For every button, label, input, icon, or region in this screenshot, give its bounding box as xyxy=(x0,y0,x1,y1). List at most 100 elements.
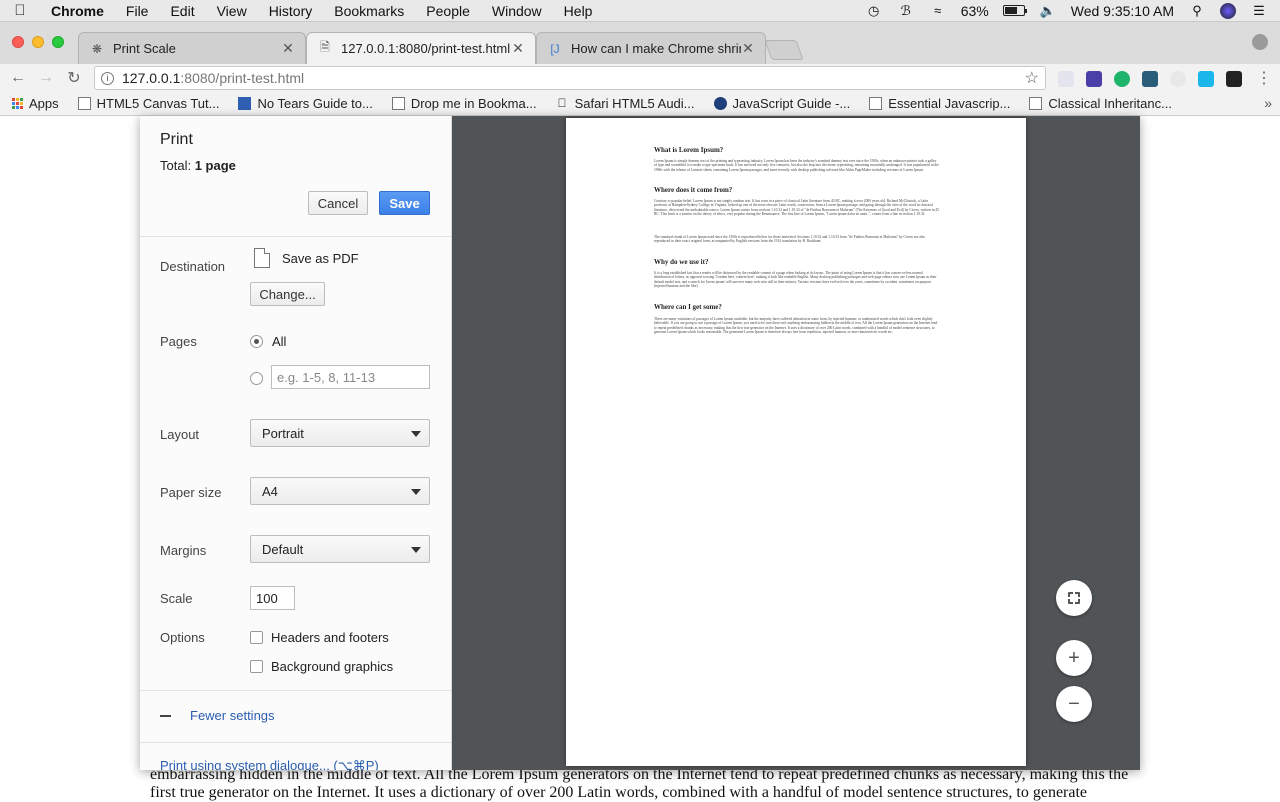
menu-file[interactable]: File xyxy=(115,3,160,19)
pages-all-radio[interactable] xyxy=(250,335,263,348)
close-window-icon[interactable] xyxy=(12,36,24,48)
grammarly-icon[interactable] xyxy=(1114,71,1130,87)
bluetooth-icon[interactable]: ℬ xyxy=(897,3,915,18)
apple-menu-icon[interactable]:  xyxy=(0,2,40,19)
close-tab-icon[interactable]: ✕ xyxy=(741,40,755,57)
menu-edit[interactable]: Edit xyxy=(159,3,205,19)
wifi-icon[interactable]: ≈ xyxy=(929,3,947,18)
tab-stackoverflow[interactable]: [J How can I make Chrome shrink ✕ xyxy=(536,32,766,64)
paper-size-value: A4 xyxy=(262,483,278,499)
bookmark-apps[interactable]: Apps xyxy=(12,96,59,111)
pages-all-label[interactable]: All xyxy=(272,334,286,349)
bookmark-label: HTML5 Canvas Tut... xyxy=(96,96,220,111)
bookmark-item[interactable]: JavaScript Guide -... xyxy=(713,96,850,111)
reload-icon[interactable]: ↻ xyxy=(60,68,88,88)
menu-people[interactable]: People xyxy=(415,3,481,19)
headers-footers-checkbox[interactable] xyxy=(250,631,263,644)
camera-icon[interactable] xyxy=(1226,71,1242,87)
address-bar[interactable]: i 127.0.0.1:8080/print-test.html ☆ xyxy=(94,66,1046,90)
bookmarks-overflow-icon[interactable]: » xyxy=(1264,95,1272,111)
menu-window[interactable]: Window xyxy=(481,3,553,19)
bookmark-item[interactable]: HTML5 Canvas Tut... xyxy=(77,96,220,111)
pdf-document-icon xyxy=(254,248,270,268)
zoom-window-icon[interactable] xyxy=(52,36,64,48)
clock[interactable]: Wed 9:35:10 AM xyxy=(1071,3,1174,19)
print-title: Print xyxy=(160,131,193,148)
plus-icon: + xyxy=(1068,646,1080,669)
battery-level xyxy=(1004,7,1018,14)
background-graphics-checkbox[interactable] xyxy=(250,660,263,673)
divider xyxy=(140,690,451,691)
cancel-button[interactable]: Cancel xyxy=(308,191,368,215)
back-icon[interactable]: ← xyxy=(4,69,32,87)
chevron-down-icon xyxy=(411,489,421,495)
destination-value: Save as PDF xyxy=(282,251,359,266)
save-button[interactable]: Save xyxy=(379,191,430,215)
extension-icon[interactable] xyxy=(1058,71,1074,87)
window-controls xyxy=(12,36,64,48)
pages-range-input[interactable]: e.g. 1-5, 8, 11-13 xyxy=(271,365,430,389)
site-info-icon[interactable]: i xyxy=(101,71,114,85)
siri-icon[interactable] xyxy=(1220,2,1236,19)
scale-input[interactable]: 100 xyxy=(250,586,295,610)
bookmark-item[interactable]: No Tears Guide to... xyxy=(238,96,373,111)
battery-percent[interactable]: 63% xyxy=(961,3,989,19)
print-preview-area: What is Lorem Ipsum? Lorem Ipsum is simp… xyxy=(452,116,1140,770)
bookmark-label: Apps xyxy=(29,96,59,111)
notification-center-icon[interactable]: ☰ xyxy=(1250,3,1268,18)
vimeo-icon[interactable] xyxy=(1198,71,1214,87)
bookmark-label: Drop me in Bookma... xyxy=(410,96,537,111)
pages-label: Pages xyxy=(160,334,197,349)
bookmark-item[interactable]: Drop me in Bookma... xyxy=(391,96,537,111)
chevron-down-icon xyxy=(411,431,421,437)
page-icon xyxy=(869,97,883,110)
menu-bookmarks[interactable]: Bookmarks xyxy=(323,3,415,19)
options-label: Options xyxy=(160,630,205,645)
total-value: 1 page xyxy=(194,158,236,173)
margins-select[interactable]: Default xyxy=(250,535,430,563)
preview-paragraph: There are many variations of passages of… xyxy=(654,317,938,335)
bookmark-item[interactable]: Essential Javascrip... xyxy=(869,96,1010,111)
fewer-settings-link[interactable]: Fewer settings xyxy=(190,708,275,723)
bookmark-star-icon[interactable]: ☆ xyxy=(1025,68,1039,88)
close-tab-icon[interactable]: ✕ xyxy=(511,40,525,57)
zoom-out-button[interactable]: − xyxy=(1056,686,1092,722)
pages-custom-radio[interactable] xyxy=(250,372,263,385)
change-destination-button[interactable]: Change... xyxy=(250,282,325,306)
margins-label: Margins xyxy=(160,543,207,558)
zoom-in-button[interactable]: + xyxy=(1056,640,1092,676)
paper-size-select[interactable]: A4 xyxy=(250,477,430,505)
close-tab-icon[interactable]: ✕ xyxy=(281,40,295,57)
fit-to-page-icon xyxy=(1067,591,1081,605)
divider xyxy=(140,236,451,237)
menu-chrome[interactable]: Chrome xyxy=(40,3,115,19)
extension-icon[interactable] xyxy=(1170,71,1186,87)
extension-icon[interactable] xyxy=(1086,71,1102,87)
volume-icon[interactable]: 🔈 xyxy=(1039,3,1057,18)
minimize-window-icon[interactable] xyxy=(32,36,44,48)
new-tab-button[interactable] xyxy=(764,40,804,60)
background-graphics-label[interactable]: Background graphics xyxy=(271,659,393,674)
chrome-menu-icon[interactable]: ⋮ xyxy=(1250,68,1278,88)
system-dialog-link[interactable]: Print using system dialogue... (⌥⌘P) xyxy=(160,758,379,770)
profile-icon[interactable] xyxy=(1252,34,1268,50)
tab-print-scale[interactable]: ❋ Print Scale ✕ xyxy=(78,32,306,64)
preview-heading: Where can I get some? xyxy=(654,303,722,311)
menu-view[interactable]: View xyxy=(206,3,258,19)
layout-select[interactable]: Portrait xyxy=(250,419,430,447)
menu-history[interactable]: History xyxy=(258,3,324,19)
headers-footers-label[interactable]: Headers and footers xyxy=(271,630,389,645)
fit-to-page-button[interactable] xyxy=(1056,580,1092,616)
spotlight-search-icon[interactable]: ⚲ xyxy=(1188,3,1206,18)
tab-print-test[interactable]: 🗎 127.0.0.1:8080/print-test.html ✕ xyxy=(306,32,536,64)
bookmark-item[interactable]: Classical Inheritanc... xyxy=(1029,96,1172,111)
extension-icon[interactable] xyxy=(1142,71,1158,87)
bookmark-item[interactable]:  Safari HTML5 Audi... xyxy=(556,96,695,111)
collapse-icon[interactable] xyxy=(160,715,171,717)
time-machine-icon[interactable]: ◷ xyxy=(865,3,883,18)
page-icon xyxy=(391,97,405,110)
forward-icon[interactable]: → xyxy=(32,69,60,87)
macos-menu-bar:  Chrome File Edit View History Bookmark… xyxy=(0,0,1280,22)
menu-help[interactable]: Help xyxy=(553,3,604,19)
battery-icon[interactable] xyxy=(1002,5,1027,16)
